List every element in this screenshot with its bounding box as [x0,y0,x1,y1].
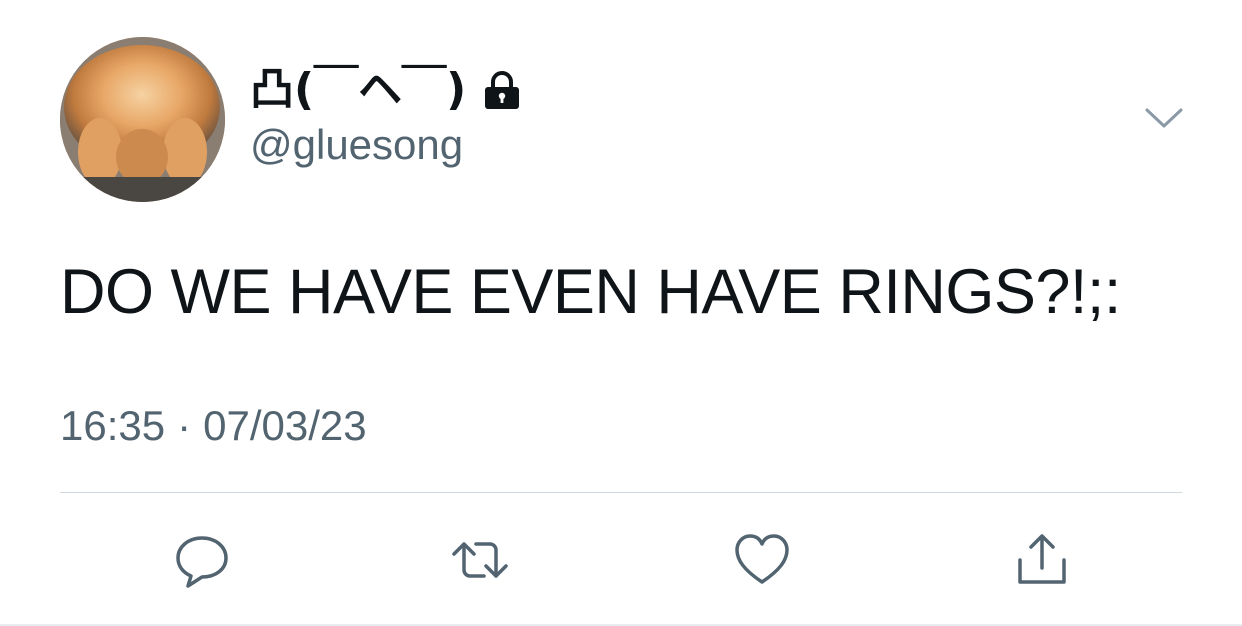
tweet: 凸(￣ヘ￣) @gluesong DO WE HAVE EVEN HAVE RI… [0,0,1242,626]
tweet-text: DO WE HAVE EVEN HAVE RINGS?!;: [60,257,1121,327]
user-handle[interactable]: @gluesong [250,124,463,166]
chevron-down-icon[interactable] [1144,104,1184,132]
heart-icon [735,534,789,584]
display-name[interactable]: 凸(￣ヘ￣) [250,68,466,112]
divider [60,492,1182,493]
avatar-image [60,37,225,202]
like-button[interactable] [730,528,794,592]
tweet-timestamp[interactable]: 16:35 · 07/03/23 [60,405,367,447]
tweet-date: 07/03/23 [203,402,367,449]
lock-icon [480,68,524,112]
meta-separator: · [177,402,192,449]
reply-button[interactable] [170,528,234,592]
avatar[interactable] [60,37,225,202]
name-row: 凸(￣ヘ￣) [250,62,524,118]
action-bar [0,520,1242,600]
tweet-time: 16:35 [60,402,166,449]
share-icon [1018,534,1066,584]
retweet-icon [452,542,508,578]
reply-icon [176,536,228,588]
share-button[interactable] [1010,528,1074,592]
retweet-button[interactable] [448,528,512,592]
